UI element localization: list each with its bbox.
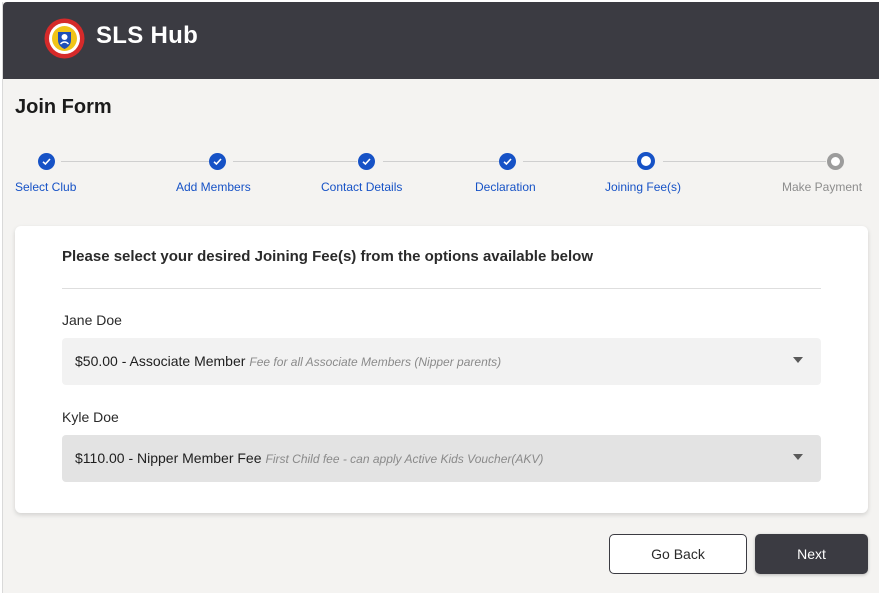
step-label-make-payment: Make Payment [782,180,863,194]
surf-life-saving-logo-icon [44,18,85,59]
step-5-current-icon [637,152,655,170]
page-title: Join Form [15,96,112,118]
stepper-connector [663,161,826,162]
next-button[interactable]: Next [755,534,868,574]
app-title: SLS Hub [96,22,199,49]
fee-selected-label: $50.00 - Associate Member [75,353,246,369]
member-name-jane: Jane Doe [62,312,122,328]
card-instruction: Please select your desired Joining Fee(s… [62,248,593,265]
step-2-complete-icon [209,153,226,170]
step-6-pending-icon [827,153,844,170]
stepper-connector [233,161,357,162]
step-label-select-club: Select Club [15,180,77,194]
chevron-down-icon[interactable] [793,357,803,363]
stepper-connector [61,161,209,162]
app-frame: SLS Hub Join Form Select Club Add Member… [2,2,879,593]
step-3-complete-icon [358,153,375,170]
fee-select-kyle[interactable]: $110.00 - Nipper Member Fee First Child f… [62,435,821,482]
step-1-complete-icon [38,153,55,170]
stepper-connector [383,161,499,162]
fee-select-value: $110.00 - Nipper Member Fee First Child f… [75,450,543,466]
fee-select-value: $50.00 - Associate Member Fee for all Ass… [75,353,501,369]
fee-selected-label: $110.00 - Nipper Member Fee [75,450,262,466]
step-4-complete-icon [499,153,516,170]
app-header: SLS Hub [3,2,879,79]
fee-description: Fee for all Associate Members (Nipper pa… [249,355,502,369]
fee-select-jane[interactable]: $50.00 - Associate Member Fee for all Ass… [62,338,821,385]
fee-description: First Child fee - can apply Active Kids … [265,452,544,466]
step-label-declaration: Declaration [475,180,536,194]
step-label-contact-details: Contact Details [321,180,403,194]
joining-fee-card: Please select your desired Joining Fee(s… [15,226,868,513]
member-name-kyle: Kyle Doe [62,409,119,425]
step-label-joining-fees: Joining Fee(s) [605,180,682,194]
stepper-connector [523,161,636,162]
chevron-down-icon[interactable] [793,454,803,460]
go-back-button[interactable]: Go Back [609,534,747,574]
step-label-add-members: Add Members [176,180,251,194]
card-divider [62,288,821,289]
